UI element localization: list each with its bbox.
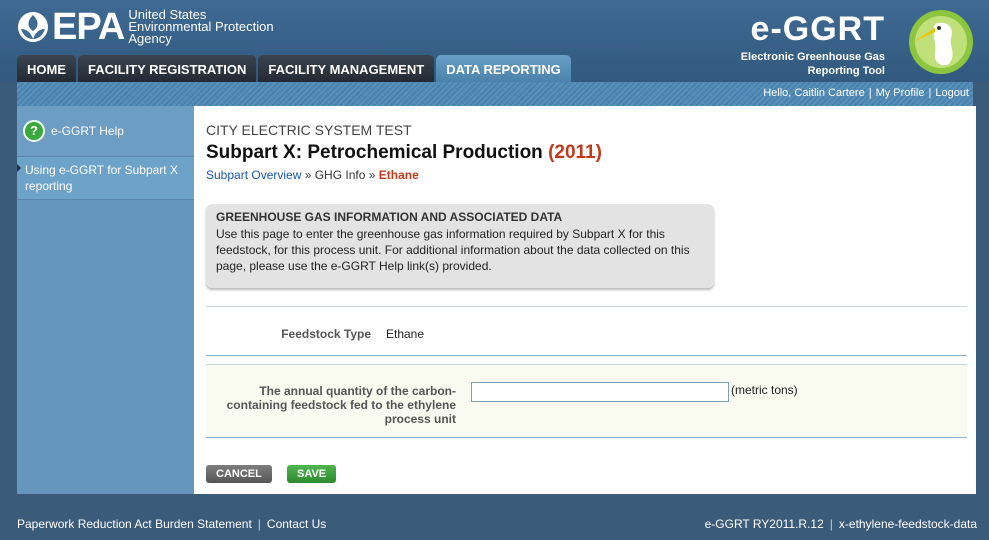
tab-data-reporting[interactable]: DATA REPORTING (436, 55, 571, 82)
site-header: EPA United States Environmental Protecti… (0, 0, 989, 82)
version-label: e-GGRT RY2011.R.12 (704, 517, 824, 531)
reporting-year: (2011) (548, 142, 602, 163)
help-icon: ? (23, 120, 45, 142)
breadcrumb-subpart-overview[interactable]: Subpart Overview (206, 168, 301, 182)
feedstock-type-row: Feedstock Type Ethane (206, 306, 967, 356)
feedstock-type-label: Feedstock Type (281, 327, 371, 341)
epa-logo[interactable]: EPA United States Environmental Protecti… (17, 8, 274, 46)
main-nav-tabs: HOME FACILITY REGISTRATION FACILITY MANA… (17, 55, 571, 82)
paperwork-link[interactable]: Paperwork Reduction Act Burden Statement (17, 517, 252, 531)
contact-us-link[interactable]: Contact Us (267, 517, 326, 531)
tab-facility-management[interactable]: FACILITY MANAGEMENT (258, 55, 435, 82)
user-greeting: Hello, Caitlin Cartere (763, 87, 865, 99)
cancel-button[interactable]: CANCEL (206, 465, 272, 483)
eggrt-logo: e-GGRT Electronic Greenhouse Gas Reporti… (735, 6, 975, 80)
logout-link[interactable]: Logout (935, 87, 969, 99)
epa-wordmark: EPA (52, 6, 125, 48)
sidebar-help-link[interactable]: ? e-GGRT Help (17, 106, 194, 157)
quantity-label: The annual quantity of the carbon-contai… (226, 384, 456, 426)
tab-home[interactable]: HOME (17, 55, 76, 82)
sidebar: ? e-GGRT Help Using e-GGRT for Subpart X… (17, 106, 194, 494)
info-box-text: Use this page to enter the greenhouse ga… (216, 227, 690, 273)
quantity-input[interactable] (471, 382, 729, 402)
facility-name: CITY ELECTRIC SYSTEM TEST (206, 122, 412, 138)
my-profile-link[interactable]: My Profile (876, 87, 925, 99)
eggrt-title: e-GGRT (750, 10, 885, 48)
quantity-unit: (metric tons) (731, 383, 798, 397)
sidebar-help-label: e-GGRT Help (51, 124, 124, 138)
breadcrumb: Subpart Overview » GHG Info » Ethane (206, 168, 419, 182)
agency-name: United States Environmental Protection A… (128, 7, 274, 46)
main-content: CITY ELECTRIC SYSTEM TEST Subpart X: Pet… (194, 106, 976, 494)
breadcrumb-ghg-info: GHG Info (314, 168, 366, 182)
feedstock-type-value: Ethane (386, 327, 425, 341)
info-box: GREENHOUSE GAS INFORMATION AND ASSOCIATE… (206, 204, 714, 288)
tab-facility-registration[interactable]: FACILITY REGISTRATION (78, 55, 257, 82)
save-button[interactable]: SAVE (287, 465, 337, 483)
page-id-label: x-ethylene-feedstock-data (838, 517, 977, 531)
epa-flower-icon (18, 12, 48, 42)
page-title: Subpart X: Petrochemical Production (201… (206, 142, 602, 163)
eggrt-subtitle: Electronic Greenhouse Gas Reporting Tool (740, 51, 885, 77)
footer: Paperwork Reduction Act Burden Statement… (17, 517, 977, 531)
quantity-row: The annual quantity of the carbon-contai… (206, 364, 967, 438)
info-box-heading: GREENHOUSE GAS INFORMATION AND ASSOCIATE… (216, 210, 563, 224)
breadcrumb-current: Ethane (378, 168, 419, 182)
sidebar-item-using-eggrt[interactable]: Using e-GGRT for Subpart X reporting (17, 157, 194, 200)
egret-icon (909, 10, 973, 74)
user-bar: Hello, Caitlin Cartere | My Profile | Logout (17, 82, 973, 106)
